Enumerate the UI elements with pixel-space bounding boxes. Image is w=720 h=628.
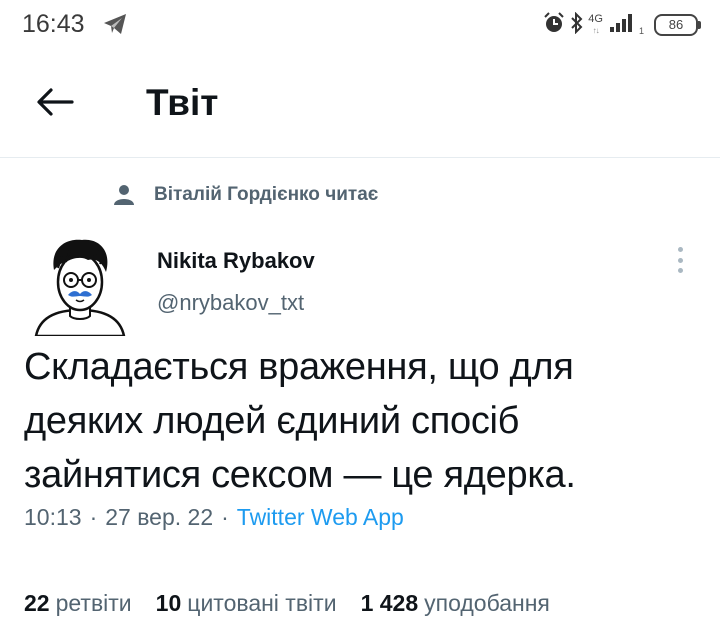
status-time: 16:43 [22, 10, 85, 38]
back-button[interactable] [30, 84, 80, 124]
telegram-icon [102, 12, 128, 41]
more-dot [677, 247, 683, 252]
top-app-bar: Твіт [0, 52, 720, 158]
more-dot [677, 268, 683, 273]
tweet-stats: 22 ретвіти 10 цитовані твіти 1 428 уподо… [24, 590, 550, 617]
retweets-stat[interactable]: 22 ретвіти [24, 590, 132, 617]
more-options-button[interactable] [668, 244, 692, 276]
likes-label: уподобання [424, 590, 550, 616]
social-context[interactable]: Віталій Гордієнко читає [112, 180, 378, 210]
avatar[interactable] [32, 232, 128, 338]
more-dot [677, 257, 683, 263]
battery-indicator: 86 [654, 14, 701, 36]
retweets-label: ретвіти [55, 590, 132, 616]
tweet-text-line: Складається враження, що для [24, 346, 574, 388]
meta-separator: · [89, 504, 98, 530]
social-context-label: Віталій Гордієнко читає [154, 184, 379, 205]
alarm-icon [542, 11, 566, 40]
tweet-source-link[interactable]: Twitter Web App [237, 504, 404, 531]
status-bar: 16:43 4G ↑↓ 1 86 [0, 0, 720, 52]
tweet-text: Складається враження, що для деяких люде… [24, 340, 694, 502]
bluetooth-icon [570, 11, 584, 39]
quotes-stat[interactable]: 10 цитовані твіти [156, 590, 337, 617]
network-type: 4G ↑↓ [588, 13, 603, 36]
arrow-left-icon [36, 87, 74, 122]
meta-separator: · [221, 504, 229, 530]
author-name[interactable]: Nikita Rybakov [157, 248, 315, 274]
status-icons: 4G ↑↓ 1 86 [542, 10, 701, 40]
likes-stat[interactable]: 1 428 уподобання [361, 590, 550, 617]
person-icon [112, 183, 136, 207]
tweet-date[interactable]: 27 вер. 22 [105, 504, 213, 531]
author-handle[interactable]: @nrybakov_txt [157, 290, 304, 316]
quotes-label: цитовані твіти [187, 590, 337, 616]
data-arrows-icon: ↑↓ [592, 26, 600, 35]
likes-count: 1 428 [360, 590, 419, 616]
signal-icon [609, 13, 635, 38]
quotes-count: 10 [155, 590, 182, 616]
sim-slot: 1 [638, 26, 644, 36]
tweet-text-line: деяких людей єдиний спосіб [24, 400, 520, 442]
retweets-count: 22 [24, 590, 50, 616]
page-title: Твіт [146, 82, 219, 123]
tweet-text-line: зайнятися сексом — це ядерка. [24, 454, 576, 496]
tweet-meta: 10:13 · 27 вер. 22 · Twitter Web App [24, 504, 404, 531]
tweet-time[interactable]: 10:13 [24, 504, 82, 531]
